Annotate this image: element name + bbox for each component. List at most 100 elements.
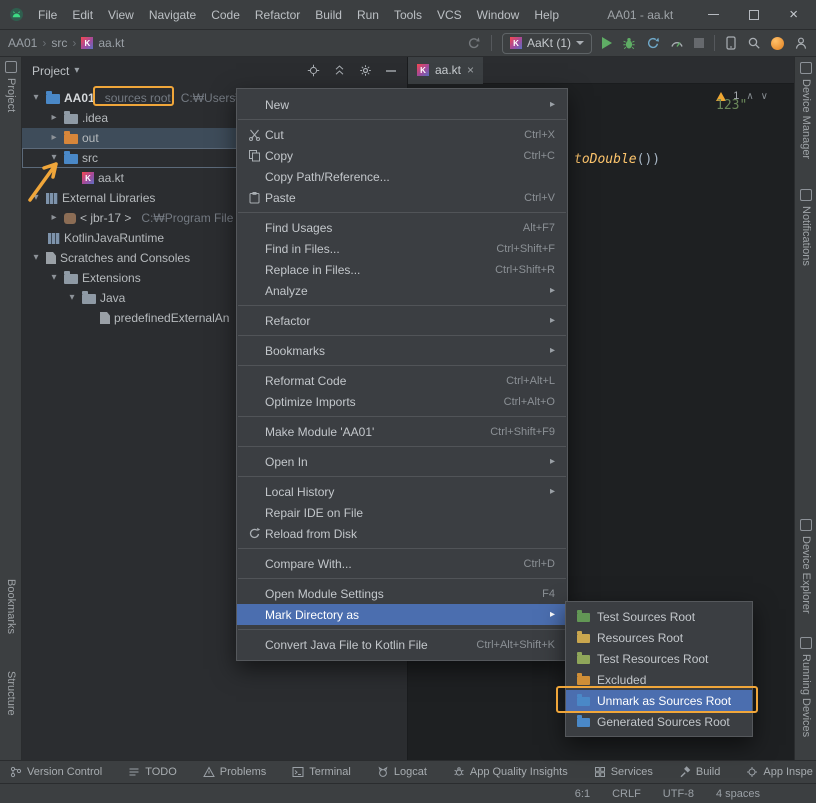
logcat-cat-icon [378,766,388,777]
tab-aa-kt[interactable]: aa.kt × [408,56,484,84]
breadcrumb-project[interactable]: AA01 [8,36,37,50]
tree-item-label: predefinedExternalAn [114,311,230,325]
chevron-right-icon[interactable]: ▸ [48,133,60,143]
menu-navigate[interactable]: Navigate [142,5,203,25]
tool-button-todo[interactable]: TODO [128,766,177,778]
menu-item-bookmarks[interactable]: Bookmarks ▸ [237,340,567,361]
tool-button-running-devices[interactable]: Running Devices [795,637,816,737]
menu-item-open-in[interactable]: Open In ▸ [237,451,567,472]
hide-panel-icon[interactable] [385,65,397,77]
tool-button-app-quality-insights[interactable]: App Quality Insights [453,766,568,778]
tool-button-project[interactable]: Project [0,61,22,112]
menu-view[interactable]: View [101,5,141,25]
chevron-down-icon[interactable]: ▾ [48,273,60,283]
menu-item-cut[interactable]: Cut Ctrl+X [237,124,567,145]
menu-item-new[interactable]: New ▸ [237,94,567,115]
line-ending[interactable]: CRLF [612,788,641,800]
submenu-item-test-sources-root[interactable]: Test Sources Root [566,606,752,627]
tool-button-version-control[interactable]: Version Control [10,766,102,778]
tool-button-logcat[interactable]: Logcat [377,766,427,778]
tool-button-bookmarks[interactable]: Bookmarks [0,579,22,634]
menu-run[interactable]: Run [350,5,386,25]
chevron-down-icon[interactable]: ▾ [66,293,78,303]
minimize-icon[interactable] [708,13,720,16]
chevron-down-icon[interactable]: ▾ [30,93,42,103]
menu-item-open-module-settings[interactable]: Open Module Settings F4 [237,583,567,604]
close-tab-icon[interactable]: × [467,63,474,77]
chevron-right-icon[interactable]: ▸ [48,113,60,123]
menu-item-compare-with[interactable]: Compare With... Ctrl+D [237,553,567,574]
tool-button-services[interactable]: Services [594,766,653,778]
update-notification-icon[interactable] [771,36,784,50]
project-view-selector[interactable]: Project [32,64,69,78]
chevron-right-icon[interactable]: ▸ [48,213,60,223]
menu-item-reload-from-disk[interactable]: Reload from Disk [237,523,567,544]
breadcrumb-file[interactable]: aa.kt [98,36,124,50]
tool-button-structure[interactable]: Structure [0,671,22,716]
search-everywhere-icon[interactable] [747,36,761,50]
tool-button-problems[interactable]: Problems [202,766,266,778]
menu-item-copy[interactable]: Copy Ctrl+C [237,145,567,166]
menu-item-replace-in-files[interactable]: Replace in Files... Ctrl+Shift+R [237,259,567,280]
stop-button[interactable] [694,38,704,48]
gear-icon[interactable] [359,64,372,77]
menu-item-mark-directory-as[interactable]: Mark Directory as ▸ [237,604,567,625]
menu-item-make-module[interactable]: Make Module 'AA01' Ctrl+Shift+F9 [237,421,567,442]
chevron-down-icon[interactable]: ▾ [30,193,42,203]
menu-code[interactable]: Code [204,5,247,25]
libraries-icon [46,192,58,204]
menu-item-analyze[interactable]: Analyze ▸ [237,280,567,301]
caret-position[interactable]: 6:1 [575,788,590,800]
device-mirror-icon[interactable] [725,36,737,50]
menu-item-optimize-imports[interactable]: Optimize Imports Ctrl+Alt+O [237,391,567,412]
tool-button-notifications[interactable]: Notifications [795,189,816,266]
menu-tools[interactable]: Tools [387,5,429,25]
menu-item-repair-ide[interactable]: Repair IDE on File [237,502,567,523]
menu-item-local-history[interactable]: Local History ▸ [237,481,567,502]
menu-vcs[interactable]: VCS [430,5,469,25]
menu-item-convert-to-kotlin[interactable]: Convert Java File to Kotlin File Ctrl+Alt… [237,634,567,655]
run-button[interactable] [602,37,612,49]
menu-help[interactable]: Help [527,5,566,25]
tool-button-device-explorer[interactable]: Device Explorer [795,519,816,614]
menu-window[interactable]: Window [470,5,527,25]
tool-button-device-manager[interactable]: Device Manager [795,62,816,159]
submenu-item-generated-sources-root[interactable]: Generated Sources Root [566,711,752,732]
maximize-icon[interactable] [749,9,760,20]
chevron-down-icon[interactable]: ▾ [48,153,60,163]
previous-problem-icon[interactable]: ∧ [746,91,753,102]
submenu-arrow-icon: ▸ [549,315,555,326]
profiler-icon[interactable] [670,36,684,50]
file-encoding[interactable]: UTF-8 [663,788,694,800]
next-problem-icon[interactable]: ∨ [761,91,768,102]
run-configuration-select[interactable]: AaKt (1) [501,32,592,54]
submenu-item-unmark-sources-root[interactable]: Unmark as Sources Root [566,690,752,711]
tool-button-app-inspection[interactable]: App Inspe [746,766,813,778]
menu-item-copy-path[interactable]: Copy Path/Reference... [237,166,567,187]
menu-refactor[interactable]: Refactor [248,5,307,25]
menu-item-reformat-code[interactable]: Reformat Code Ctrl+Alt+L [237,370,567,391]
tool-button-terminal[interactable]: Terminal [292,766,351,778]
submenu-item-excluded[interactable]: Excluded [566,669,752,690]
sync-icon[interactable] [467,36,481,50]
menu-item-refactor[interactable]: Refactor ▸ [237,310,567,331]
breadcrumb-src[interactable]: src [51,36,67,50]
apply-changes-icon[interactable] [646,36,660,50]
tool-button-build[interactable]: Build [679,766,720,778]
menu-item-find-usages[interactable]: Find Usages Alt+F7 [237,217,567,238]
submenu-item-test-resources-root[interactable]: Test Resources Root [566,648,752,669]
locate-file-icon[interactable] [307,64,320,77]
collapse-all-icon[interactable] [333,64,346,77]
submenu-item-resources-root[interactable]: Resources Root [566,627,752,648]
menu-item-paste[interactable]: Paste Ctrl+V [237,187,567,208]
debug-button[interactable] [622,36,636,50]
indent-setting[interactable]: 4 spaces [716,788,760,800]
breadcrumb-separator-icon: › [42,36,47,50]
profile-avatar-icon[interactable] [794,36,808,50]
menu-build[interactable]: Build [308,5,349,25]
menu-item-find-in-files[interactable]: Find in Files... Ctrl+Shift+F [237,238,567,259]
close-icon[interactable]: × [789,7,798,22]
chevron-down-icon[interactable]: ▾ [30,253,42,263]
menu-edit[interactable]: Edit [65,5,100,25]
menu-file[interactable]: File [31,5,64,25]
